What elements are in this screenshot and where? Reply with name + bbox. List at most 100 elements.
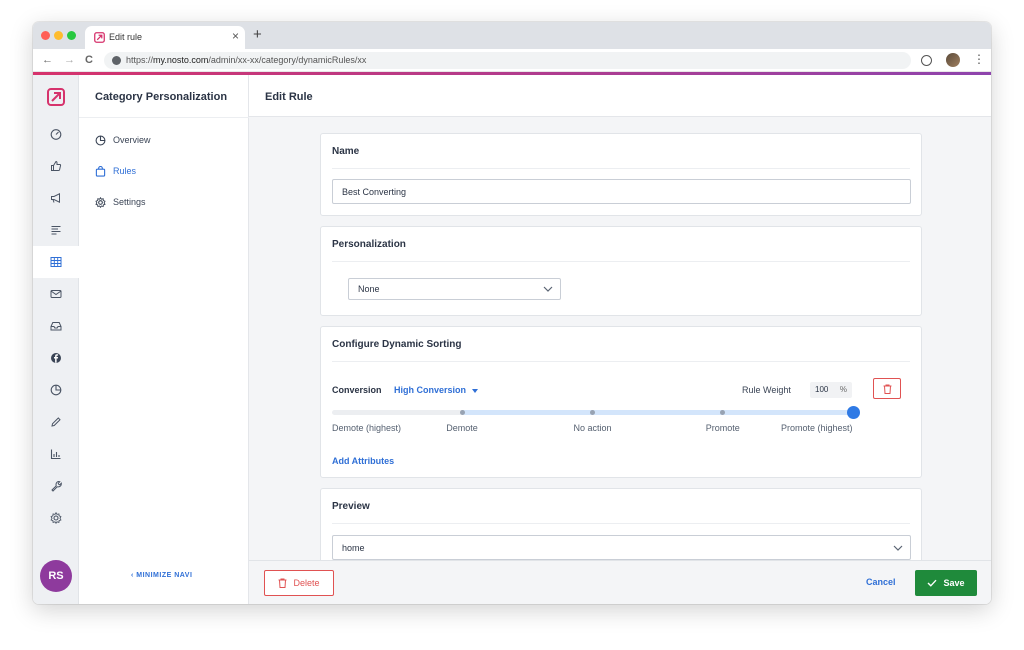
chevron-down-icon (893, 545, 903, 551)
minimize-navi-link[interactable]: ‹ MINIMIZE NAVI (131, 572, 192, 579)
name-card: Name (320, 133, 922, 216)
personalization-card: Personalization None (320, 226, 922, 316)
delete-button[interactable]: Delete (264, 570, 334, 596)
browser-tab[interactable]: Edit rule × (85, 26, 245, 49)
conversion-label: Conversion (332, 385, 382, 395)
card-title: Name (332, 146, 360, 157)
rail-item-list[interactable] (33, 214, 79, 246)
cancel-button[interactable]: Cancel (866, 577, 896, 587)
rule-weight-input[interactable]: 100 % (810, 382, 852, 398)
mail-icon (50, 290, 62, 298)
bag-icon (95, 165, 106, 177)
gear-icon (50, 512, 62, 524)
extension-icon[interactable] (921, 55, 932, 66)
slider-stop-label[interactable]: Demote (446, 423, 478, 433)
section-title: Category Personalization (95, 91, 228, 103)
rail-item-facebook[interactable] (33, 342, 79, 374)
rail-item-inbox[interactable] (33, 310, 79, 342)
add-attributes-link[interactable]: Add Attributes (332, 456, 394, 466)
thumbs-up-icon (51, 160, 62, 171)
main-content: Edit Rule Name Personalization None Conf… (249, 75, 991, 604)
preview-select[interactable]: home (332, 535, 911, 560)
chevron-down-icon (543, 286, 553, 292)
tab-strip: Edit rule × + (33, 22, 991, 49)
divider (332, 523, 910, 524)
browser-profile-avatar[interactable] (946, 53, 960, 67)
slider-stop[interactable] (459, 410, 465, 415)
slider-stop-label[interactable]: Promote (highest) (781, 423, 853, 433)
tab-title: Edit rule (109, 32, 143, 42)
tab-close-icon[interactable]: × (232, 29, 239, 43)
slider-stop-label[interactable]: Demote (highest) (332, 423, 401, 433)
rule-name-input[interactable] (332, 179, 911, 204)
minimize-window-button[interactable] (54, 31, 63, 40)
slider-stop[interactable] (590, 410, 595, 415)
card-title: Personalization (332, 239, 406, 250)
rail-item-dashboard[interactable] (33, 118, 79, 150)
subnav-item-overview[interactable]: Overview (95, 133, 151, 147)
list-icon (51, 225, 61, 235)
slider-stop-label[interactable]: No action (574, 423, 612, 433)
browser-window: Edit rule × + ← → C https://my.nosto.com… (33, 22, 991, 604)
section-nav: Category Personalization Overview Rules … (79, 75, 249, 604)
save-button[interactable]: Save (915, 570, 977, 596)
app-root: RS Category Personalization Overview Rul… (33, 75, 991, 604)
subnav-item-label: Settings (113, 197, 146, 207)
trash-icon (278, 578, 287, 588)
nosto-logo-icon (94, 32, 105, 43)
divider (332, 261, 910, 262)
card-title: Configure Dynamic Sorting (332, 339, 462, 350)
forward-icon[interactable]: → (64, 53, 75, 67)
user-avatar[interactable]: RS (40, 560, 72, 592)
grid-icon (50, 257, 62, 267)
conversion-dropdown[interactable]: High Conversion (394, 385, 479, 395)
rail-item-gear[interactable] (33, 502, 79, 534)
slider-fill (462, 410, 853, 415)
new-tab-button[interactable]: + (253, 26, 262, 44)
trash-icon (883, 384, 891, 394)
caret-down-icon (472, 388, 479, 393)
page-title: Edit Rule (265, 91, 313, 103)
rail-item-wrench[interactable] (33, 470, 79, 502)
slider-stop-label[interactable]: Promote (706, 423, 740, 433)
rail-item-pie-chart[interactable] (33, 374, 79, 406)
subnav-item-rules[interactable]: Rules (95, 164, 136, 178)
divider (332, 361, 910, 362)
rail-item-bar-chart[interactable] (33, 438, 79, 470)
close-window-button[interactable] (41, 31, 50, 40)
select-value: None (358, 284, 380, 294)
dynamic-sorting-card: Configure Dynamic Sorting Conversion Hig… (320, 326, 922, 478)
remove-sorting-button[interactable] (873, 378, 901, 399)
divider (79, 117, 249, 118)
bar-chart-icon (50, 449, 61, 460)
nosto-logo-icon[interactable] (47, 88, 65, 106)
action-footer: Delete Cancel Save (249, 560, 991, 604)
rail-item-grid[interactable] (33, 246, 79, 278)
pie-chart-icon (50, 384, 62, 396)
dashboard-icon (50, 129, 62, 140)
rail-item-megaphone[interactable] (33, 182, 79, 214)
browser-menu-icon[interactable]: ⋮ (973, 52, 985, 66)
main-header: Edit Rule (249, 75, 991, 117)
rail-item-mail[interactable] (33, 278, 79, 310)
select-value: home (342, 542, 365, 553)
pencil-icon (51, 417, 61, 427)
maximize-window-button[interactable] (67, 31, 76, 40)
subnav-item-settings[interactable]: Settings (95, 195, 146, 209)
subnav-item-label: Overview (113, 135, 151, 145)
rail-item-thumbs-up[interactable] (33, 150, 79, 182)
back-icon[interactable]: ← (42, 53, 53, 67)
pie-chart-icon (95, 135, 106, 145)
checkmark-icon (927, 579, 937, 587)
sorting-slider[interactable] (332, 406, 860, 419)
address-bar[interactable]: https://my.nosto.com/admin/xx-xx/categor… (104, 52, 911, 69)
personalization-select[interactable]: None (348, 278, 561, 300)
rule-weight-label: Rule Weight (742, 385, 791, 395)
reload-icon[interactable]: C (85, 53, 93, 67)
card-title: Preview (332, 501, 370, 512)
slider-thumb[interactable] (846, 406, 860, 419)
icon-rail: RS (33, 75, 79, 604)
site-info-icon[interactable] (112, 56, 121, 65)
subnav-item-label: Rules (113, 166, 137, 176)
rail-item-pencil[interactable] (33, 406, 79, 438)
